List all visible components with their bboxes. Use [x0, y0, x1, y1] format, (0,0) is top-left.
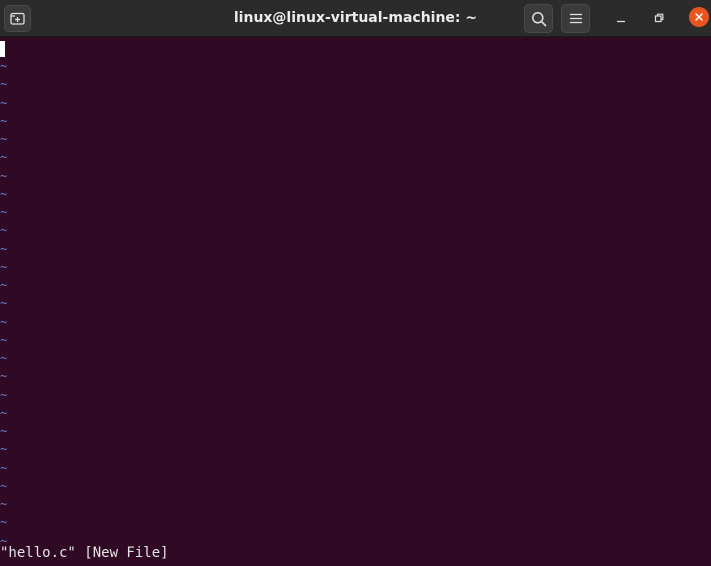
empty-line-marker: ~ [0, 369, 8, 384]
empty-line-marker: ~ [0, 59, 8, 73]
restore-icon [654, 13, 664, 23]
empty-line-marker: ~ [0, 150, 8, 165]
empty-line-marker: ~ [0, 168, 8, 183]
close-button[interactable] [689, 7, 709, 27]
empty-line-marker: ~ [0, 296, 8, 311]
empty-line-marker: ~ [0, 278, 8, 292]
empty-line-marker: ~ [0, 497, 8, 511]
empty-line-marker: ~ [0, 132, 8, 146]
window-title: linux@linux-virtual-machine: ~ [233, 10, 478, 26]
empty-line-marker: ~ [0, 241, 8, 256]
hamburger-menu-icon [569, 13, 582, 24]
empty-line-marker: ~ [0, 424, 8, 438]
menu-button[interactable] [561, 4, 590, 33]
vim-status-message: "hello.c" [New File] [0, 545, 169, 561]
title-bar[interactable]: linux@linux-virtual-machine: ~ [0, 0, 711, 37]
empty-line-marker: ~ [0, 515, 8, 530]
empty-line-marker: ~ [0, 387, 8, 402]
empty-line-marker: ~ [0, 95, 8, 110]
minimize-icon [617, 20, 625, 23]
empty-line-marker: ~ [0, 205, 8, 219]
empty-line-marker: ~ [0, 223, 8, 238]
empty-line-marker: ~ [0, 332, 8, 347]
empty-line-marker: ~ [0, 405, 8, 420]
search-icon [531, 11, 546, 26]
search-button[interactable] [524, 4, 553, 33]
close-icon [695, 13, 703, 21]
new-tab-button[interactable] [4, 5, 31, 32]
empty-line-marker: ~ [0, 259, 8, 274]
empty-line-marker: ~ [0, 460, 8, 475]
new-tab-icon [10, 12, 25, 25]
empty-line-marker: ~ [0, 186, 8, 201]
terminal-window: linux@linux-virtual-machine: ~ ~ ~ ~ ~ ~… [0, 0, 711, 566]
empty-line-marker: ~ [0, 314, 8, 329]
text-cursor [0, 41, 5, 57]
maximize-button[interactable] [648, 7, 670, 29]
empty-line-marker: ~ [0, 113, 8, 128]
empty-line-marker: ~ [0, 478, 8, 493]
empty-line-marker: ~ [0, 351, 8, 365]
empty-line-marker: ~ [0, 77, 8, 92]
empty-line-marker: ~ [0, 442, 8, 457]
minimize-button[interactable] [610, 7, 632, 29]
terminal-content[interactable]: ~ ~ ~ ~ ~ ~ ~ ~ ~ ~ ~ ~ ~ ~ ~ ~ ~ ~ ~ ~ ~ ~ ~ ~ ~ ~ ~ "hello.c" [N… [0, 38, 711, 566]
